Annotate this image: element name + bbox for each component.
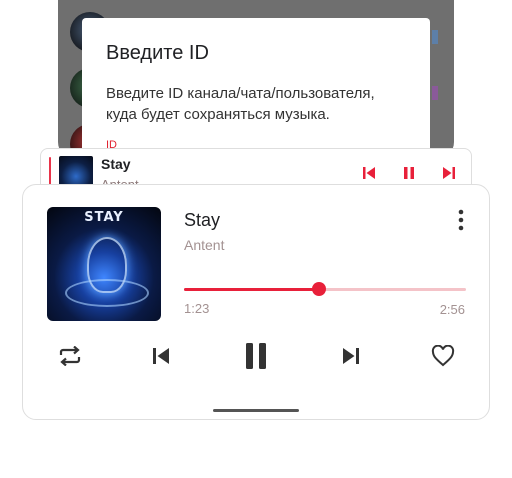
- current-time: 1:23: [184, 301, 210, 316]
- album-art-ring: [65, 279, 149, 307]
- enter-id-dialog: Введите ID Введите ID канала/чата/пользо…: [82, 18, 430, 160]
- repeat-icon: [59, 346, 81, 366]
- mini-track-title: Stay: [101, 156, 131, 172]
- pause-icon: [246, 343, 266, 369]
- heart-icon: [431, 345, 455, 367]
- album-art-logo: STAY: [84, 210, 124, 225]
- seek-bar[interactable]: [184, 282, 466, 296]
- pause-icon: [404, 167, 414, 179]
- mini-pause-button[interactable]: [399, 163, 419, 183]
- seek-bar-thumb[interactable]: [312, 282, 327, 296]
- player-sheet: STAY Stay Antent 1:23 2:56: [22, 184, 490, 420]
- like-button[interactable]: [428, 341, 458, 371]
- skip-previous-icon: [363, 167, 375, 179]
- sheet-drag-handle[interactable]: [213, 409, 299, 412]
- total-time: 2:56: [439, 302, 465, 317]
- track-artist: Antent: [184, 237, 225, 253]
- more-vertical-icon: [458, 209, 464, 231]
- seek-bar-progress: [184, 288, 320, 291]
- skip-next-icon: [443, 167, 455, 179]
- dialog-title: Введите ID: [106, 42, 209, 64]
- dialog-message: Введите ID канала/чата/пользователя, куд…: [106, 85, 375, 123]
- previous-button[interactable]: [146, 341, 176, 371]
- play-pause-button[interactable]: [241, 341, 271, 371]
- more-options-button[interactable]: [451, 207, 471, 233]
- skip-previous-icon: [153, 348, 169, 364]
- chat-indicator: [432, 86, 438, 100]
- track-title: Stay: [184, 210, 221, 230]
- next-button[interactable]: [336, 341, 366, 371]
- skip-next-icon: [343, 348, 359, 364]
- chat-indicator: [432, 30, 438, 44]
- repeat-button[interactable]: [55, 341, 85, 371]
- mini-previous-button[interactable]: [359, 163, 379, 183]
- album-art: STAY: [47, 207, 161, 321]
- mini-next-button[interactable]: [439, 163, 459, 183]
